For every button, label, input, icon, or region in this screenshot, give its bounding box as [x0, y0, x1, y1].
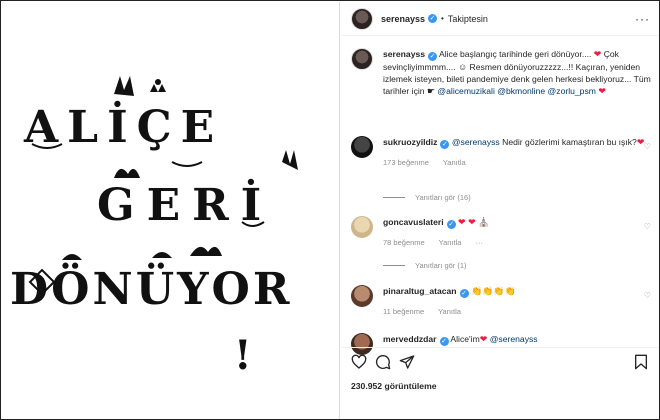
reply-button[interactable]: Yanıtla — [438, 307, 461, 316]
author-username[interactable]: serenayss — [381, 14, 425, 24]
commenter-username[interactable]: goncavuslateri — [383, 217, 444, 227]
like-comment-icon[interactable]: ♡ — [644, 142, 651, 151]
post-caption: serenayss ✓ Alice başlangıç tarihinde ger… — [351, 48, 651, 97]
comment: goncavuslateri ✓ ❤ ❤ ⛪ 78 beğenme Yanıtla… — [351, 216, 651, 249]
comment-meta: 173 beğenme Yanıtla — [383, 157, 651, 169]
following-status[interactable]: Takiptesin — [448, 14, 488, 24]
verified-badge-icon: ✓ — [428, 52, 438, 61]
heart-emoji-icon: ❤ — [598, 86, 606, 96]
post-actions: 230.952 görüntüleme — [341, 347, 659, 419]
post-panel: serenayss ✓ • Takiptesin ··· serenayss ✓ … — [341, 2, 659, 419]
commenter-username[interactable]: pinaraltug_atacan — [383, 286, 457, 296]
caption-part-1: Alice başlangıç tarihinde geri dönüyor..… — [437, 49, 594, 59]
artwork-line-4: ! — [234, 332, 256, 379]
commenter-avatar[interactable] — [351, 136, 373, 158]
caption-username[interactable]: serenayss — [383, 49, 425, 59]
more-options-icon[interactable]: ··· — [635, 12, 650, 26]
artwork-line-2: GERİ — [97, 180, 274, 231]
verified-badge-icon: ✓ — [459, 289, 469, 298]
verified-badge-icon: ✓ — [440, 140, 450, 149]
comment-text: Nedir gözlerimi kamaştıran bu ışık? — [499, 137, 637, 147]
verified-badge-icon: ✓ — [428, 14, 438, 23]
comment-bubble-icon[interactable] — [375, 354, 391, 370]
emoji-reaction-icon: ❤ ❤ ⛪ — [458, 217, 490, 227]
comment-meta: 78 beğenme Yanıtla ··· — [383, 237, 651, 249]
comment-meta: 11 beğenme Yanıtla — [383, 306, 651, 318]
smile-emoji-icon: ☺ — [457, 62, 468, 72]
comment-likes[interactable]: 173 beğenme — [383, 158, 429, 167]
commenter-avatar[interactable] — [351, 216, 373, 238]
mention-link[interactable]: @serenayss — [452, 137, 500, 147]
instagram-post: ALİÇE GERİ DÖNÜYOR ! serenayss ✓ • Takip… — [0, 0, 660, 420]
post-image[interactable]: ALİÇE GERİ DÖNÜYOR ! — [2, 2, 340, 419]
replies-line-icon — [383, 265, 405, 266]
heart-emoji-icon: ❤ — [479, 334, 488, 344]
view-replies[interactable]: Yanıtları gör (16) — [383, 193, 471, 202]
reply-button[interactable]: Yanıtla — [439, 238, 462, 247]
like-comment-icon[interactable]: ♡ — [644, 222, 651, 231]
post-header: serenayss ✓ • Takiptesin ··· — [341, 2, 659, 36]
like-comment-icon[interactable]: ♡ — [644, 291, 651, 300]
artwork-line-3: DÖNÜYOR — [10, 264, 293, 315]
verified-badge-icon: ✓ — [446, 220, 456, 229]
share-paper-plane-icon[interactable] — [399, 354, 415, 370]
artwork-line-1: ALİÇE — [24, 102, 224, 153]
comment: sukruozyildiz ✓ @serenayss Nedir gözlerim… — [351, 136, 651, 169]
like-heart-icon[interactable] — [351, 354, 367, 370]
clap-emoji-icon: 👏👏👏👏 — [470, 286, 516, 296]
caption-avatar[interactable] — [351, 48, 373, 70]
separator-dot: • — [441, 14, 444, 23]
commenter-username[interactable]: sukruozyildiz — [383, 137, 437, 147]
mention-link[interactable]: @bkmonline — [497, 86, 545, 96]
view-replies-label: Yanıtları gör (1) — [415, 261, 467, 270]
save-bookmark-icon[interactable] — [634, 354, 648, 370]
comment-likes[interactable]: 78 beğenme — [383, 238, 425, 247]
mention-link[interactable]: @serenayss — [490, 334, 538, 344]
view-count[interactable]: 230.952 görüntüleme — [351, 381, 437, 391]
mention-link[interactable]: @zorlu_psm — [548, 86, 596, 96]
comment: pinaraltug_atacan ✓ 👏👏👏👏 11 beğenme Yanıt… — [351, 285, 651, 318]
caption-text: serenayss ✓ Alice başlangıç tarihinde ger… — [383, 48, 651, 97]
pointing-hand-emoji-icon: ☛ — [426, 86, 436, 96]
commenter-avatar[interactable] — [351, 285, 373, 307]
commenter-username[interactable]: merveddzdar — [383, 334, 437, 344]
verified-badge-icon: ✓ — [439, 337, 449, 346]
replies-line-icon — [383, 197, 405, 198]
comment-text: Alice'im — [448, 334, 480, 344]
author-avatar[interactable] — [351, 7, 373, 30]
comment-more-icon[interactable]: ··· — [476, 238, 484, 247]
reply-button[interactable]: Yanıtla — [443, 158, 466, 167]
action-icons — [351, 354, 415, 370]
comment-likes[interactable]: 11 beğenme — [383, 307, 424, 316]
view-replies-label: Yanıtları gör (16) — [415, 193, 471, 202]
view-replies[interactable]: Yanıtları gör (1) — [383, 261, 467, 270]
mention-link[interactable]: @alicemuzikali — [437, 86, 494, 96]
